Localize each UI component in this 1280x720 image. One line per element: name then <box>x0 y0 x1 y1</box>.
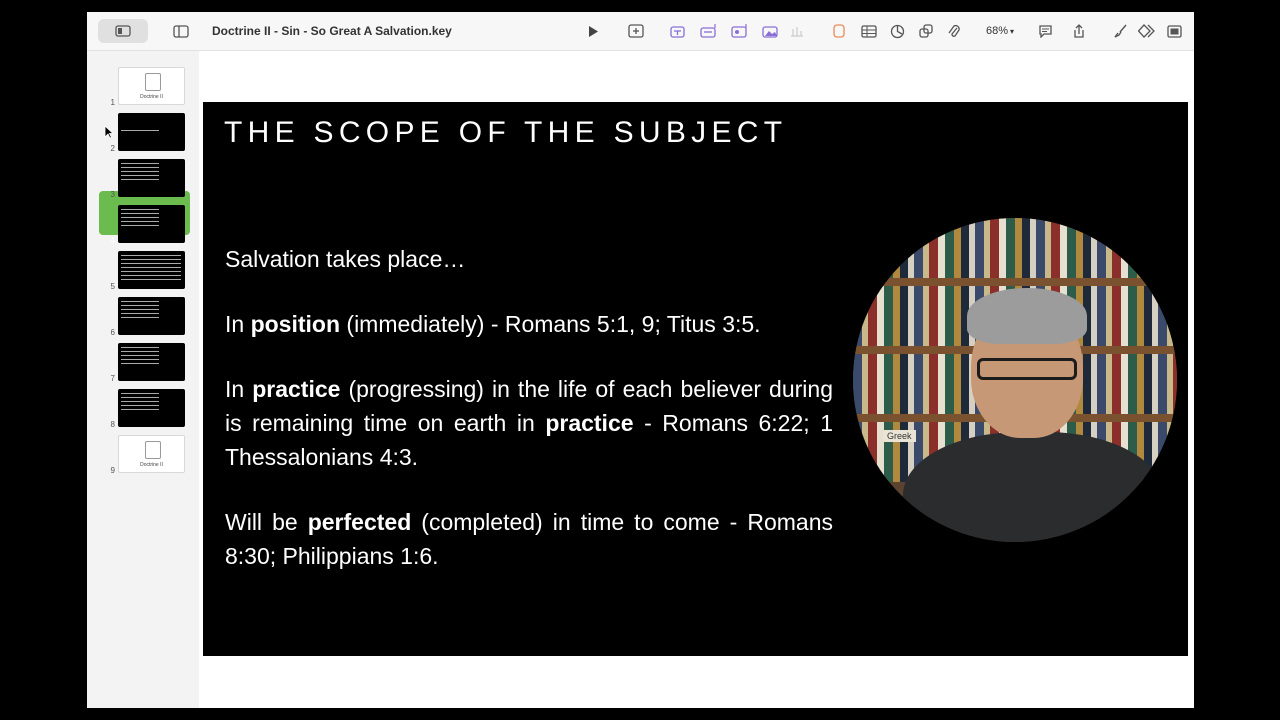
avatar <box>162 352 181 371</box>
slide-title[interactable]: THE SCOPE OF THE SUBJECT <box>224 116 787 150</box>
insert-text-button[interactable] <box>666 19 690 43</box>
view-button[interactable] <box>98 19 148 43</box>
slide-thumbnail-3[interactable] <box>118 159 185 197</box>
share-button[interactable] <box>1067 19 1091 43</box>
bold-term: perfected <box>307 509 412 535</box>
chevron-down-icon: ▾ <box>1010 27 1015 36</box>
paragraph-perfected: Will be perfected (completed) in time to… <box>225 509 834 569</box>
comment-icon <box>1038 25 1052 38</box>
paintbrush-icon <box>1113 24 1127 38</box>
add-slide-icon <box>628 24 644 38</box>
media-icon <box>762 26 778 38</box>
thumbnail-label: Doctrine II <box>140 94 163 100</box>
logo-icon <box>145 441 161 459</box>
disabled-tool <box>787 19 807 43</box>
avatar <box>162 398 181 417</box>
text-icon <box>670 26 685 38</box>
insert-object-button[interactable] <box>828 19 850 43</box>
insert-media-button[interactable] <box>759 19 783 43</box>
paragraph-position: In position (immediately) - Romans 5:1, … <box>225 311 761 337</box>
slide-thumbnail-9[interactable]: Doctrine II <box>118 435 185 473</box>
keynote-window: Doctrine II - Sin - So Great A Salvation… <box>87 12 1194 708</box>
add-slide-button[interactable] <box>624 19 648 43</box>
avatar <box>162 168 181 187</box>
table-icon <box>861 24 877 38</box>
insert-chart-button[interactable] <box>697 19 721 43</box>
document-icon <box>1166 24 1182 38</box>
slide-body-text[interactable]: Salvation takes place… In position (imme… <box>225 242 833 573</box>
pie-chart-icon <box>890 24 904 38</box>
attach-button[interactable] <box>942 19 966 43</box>
play-button[interactable] <box>581 19 605 43</box>
share-icon <box>1074 23 1084 38</box>
insert-shapes-button[interactable] <box>914 19 938 43</box>
speaker-video-circle: Greek <box>853 218 1177 542</box>
slide-number: 7 <box>110 374 115 383</box>
sidebar-icon <box>173 24 189 38</box>
speaker-body <box>903 432 1163 542</box>
toolbar: Doctrine II - Sin - So Great A Salvation… <box>87 12 1194 51</box>
zoom-control[interactable]: 68% ▾ <box>986 19 1014 43</box>
sidebar-toggle-button[interactable] <box>169 19 193 43</box>
slide-thumbnail-2[interactable] <box>118 113 185 151</box>
play-icon <box>589 25 598 37</box>
slide-navigator: 1 Doctrine II 2 3 4 5 6 7 8 9 Doctrine I… <box>87 51 199 708</box>
paragraph-practice: In practice (progressing) in the life of… <box>225 376 834 470</box>
slide-number: 9 <box>110 466 115 475</box>
view-icon <box>115 25 131 37</box>
slide-thumbnail-5[interactable] <box>118 251 185 289</box>
document-title: Doctrine II - Sin - So Great A Salvation… <box>212 24 452 38</box>
slide-number: 3 <box>110 190 115 199</box>
bookshelf <box>853 218 1177 278</box>
avatar <box>162 122 181 141</box>
slide-thumbnail-7[interactable] <box>118 343 185 381</box>
zoom-value: 68% <box>986 25 1009 37</box>
speaker-hair <box>967 288 1087 344</box>
bold-term: practice <box>252 376 341 402</box>
comment-button[interactable] <box>1033 19 1057 43</box>
slide-thumbnail-8[interactable] <box>118 389 185 427</box>
logo-icon <box>145 73 161 91</box>
avatar <box>162 214 181 233</box>
current-slide[interactable]: THE SCOPE OF THE SUBJECT Salvation takes… <box>203 102 1188 656</box>
insert-pie-button[interactable] <box>885 19 909 43</box>
slide-thumbnail-4[interactable] <box>118 205 185 243</box>
slide-number: 2 <box>110 144 115 153</box>
slide-thumbnail-6[interactable] <box>118 297 185 335</box>
intro-line: Salvation takes place… <box>225 246 466 272</box>
format-button[interactable] <box>1108 19 1132 43</box>
grid-icon <box>791 27 803 37</box>
shapes-icon <box>918 23 933 38</box>
slide-number: 5 <box>110 282 115 291</box>
cylinder-icon <box>833 24 845 38</box>
slide-number: 6 <box>110 328 115 337</box>
bold-term: position <box>250 311 341 337</box>
mouse-cursor-icon <box>104 125 114 139</box>
slide-number: 4 <box>110 236 115 245</box>
shape-icon <box>731 24 747 38</box>
bold-term: practice <box>545 410 634 436</box>
slide-number: 8 <box>110 420 115 429</box>
insert-table-button[interactable] <box>857 19 881 43</box>
animate-button[interactable] <box>1135 19 1159 43</box>
animate-icon <box>1138 24 1155 38</box>
slide-thumbnail-1[interactable]: Doctrine II <box>118 67 185 105</box>
paperclip-icon <box>948 24 960 37</box>
slide-number: 1 <box>110 98 115 107</box>
insert-shape-button[interactable] <box>728 19 752 43</box>
document-button[interactable] <box>1162 19 1186 43</box>
glasses-icon <box>977 358 1077 380</box>
chart-icon <box>700 24 716 38</box>
thumbnail-label: Doctrine II <box>140 462 163 468</box>
avatar <box>162 306 181 325</box>
book-spine-label: Greek <box>883 430 916 442</box>
